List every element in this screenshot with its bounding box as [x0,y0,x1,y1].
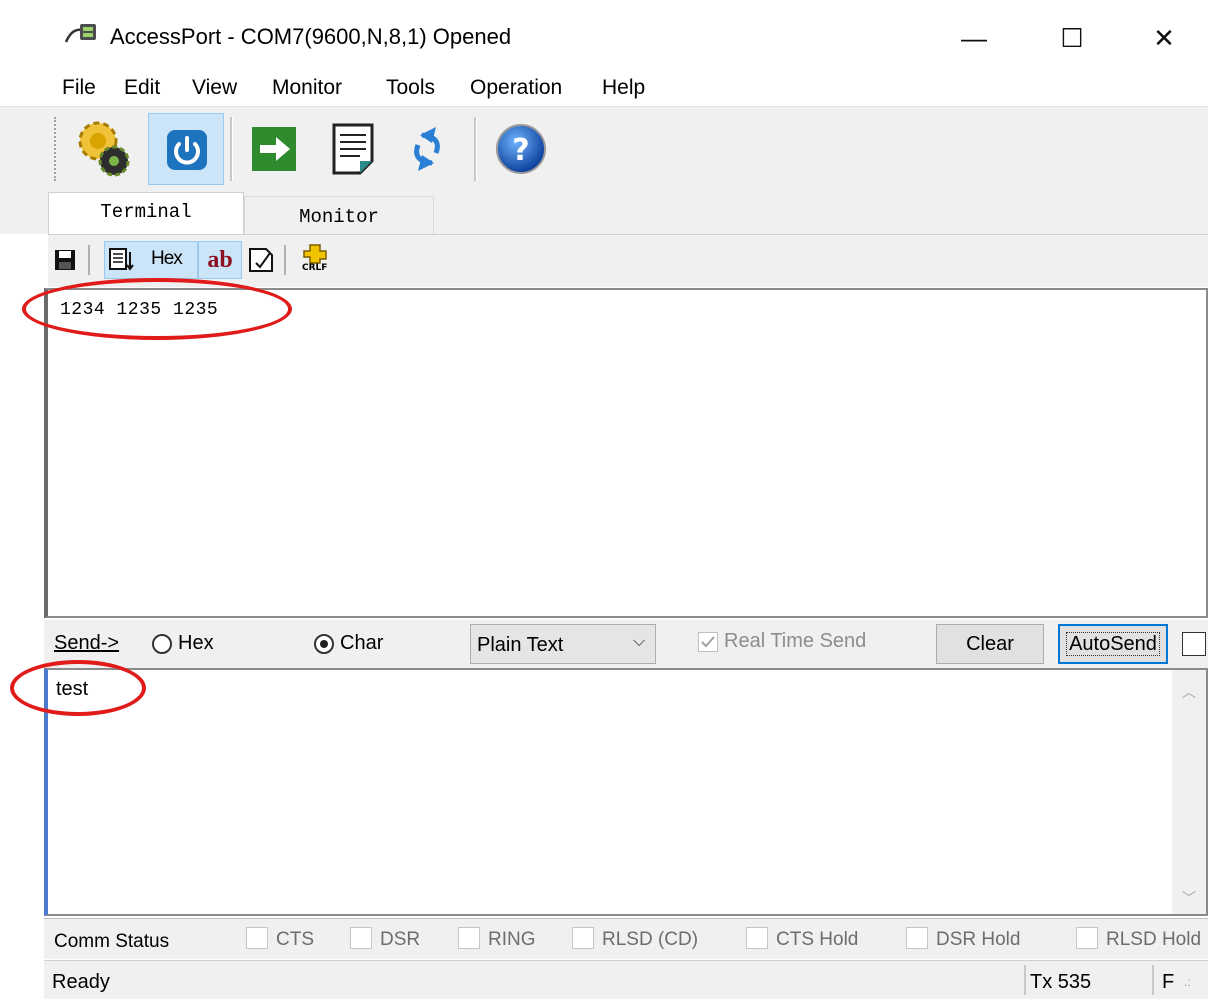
close-button[interactable]: ✕ [1134,14,1194,62]
dsr-checkbox [350,927,372,949]
rlsd-hold-label: RLSD Hold [1106,929,1202,950]
char-mode-radio[interactable] [314,634,334,654]
save-icon[interactable] [54,249,76,271]
send-options-row: Send-> Hex Char Plain Text ⌵ Real Time S… [44,620,1208,668]
dsr-label: DSR [380,929,421,950]
realtime-send-checkbox[interactable] [698,632,718,652]
toolbar-separator [474,117,477,181]
vertical-scrollbar[interactable]: ︿ ﹀ [1172,670,1206,914]
annotation-ellipse-output [22,278,292,340]
receive-output-area[interactable]: 1234 1235 1235 [44,288,1208,618]
autosend-button[interactable]: AutoSend [1058,624,1168,664]
scroll-down-icon[interactable]: ﹀ [1182,888,1196,908]
status-tx-count: Tx 535 [1030,971,1092,993]
edit-note-icon[interactable] [248,247,274,273]
cts-label: CTS [276,929,314,950]
format-select-value: Plain Text [477,634,564,656]
document-icon[interactable] [318,113,388,185]
status-ready: Ready [52,971,110,993]
status-divider [1024,965,1026,995]
window-title: AccessPort - COM7(9600,N,8,1) Opened [110,24,512,49]
send-input-area[interactable]: test ︿ ﹀ [44,668,1208,916]
hex-view-toggle[interactable]: Hex [104,241,198,279]
title-bar: AccessPort - COM7(9600,N,8,1) Opened — ☐… [0,0,1208,70]
menu-operation[interactable]: Operation [470,76,562,100]
comm-status-label: Comm Status [54,931,170,952]
ab-label: ab [207,247,233,273]
maximize-button[interactable]: ☐ [1042,14,1102,62]
rlsd-cd-label: RLSD (CD) [602,929,699,950]
annotation-ellipse-input [10,660,146,716]
clear-button[interactable]: Clear [936,624,1044,664]
serial-port-icon [64,22,98,48]
status-bar: Ready Tx 535 F .: [44,960,1208,999]
tab-strip: Terminal Monitor [0,190,1208,234]
send-label: Send-> [54,632,120,654]
dsr-hold-checkbox [906,927,928,949]
realtime-send-label: Real Time Send [724,630,867,652]
main-toolbar: ? [0,106,1208,191]
checkmark-icon [701,636,715,648]
ring-checkbox [458,927,480,949]
menu-monitor[interactable]: Monitor [272,76,342,100]
rlsd-hold-checkbox [1076,927,1098,949]
menu-bar: File Edit View Monitor Tools Operation H… [0,70,1208,106]
menu-file[interactable]: File [62,76,96,100]
hex-list-icon [109,248,134,271]
menu-edit[interactable]: Edit [124,76,160,100]
toolbar-separator [230,117,233,181]
menu-help[interactable]: Help [602,76,645,100]
status-divider [1152,965,1154,995]
config-gears-icon[interactable] [70,113,140,185]
menu-view[interactable]: View [192,76,237,100]
menu-tools[interactable]: Tools [386,76,435,100]
cts-checkbox [246,927,268,949]
crlf-label: CRLF [302,263,328,273]
minimize-button[interactable]: — [944,14,1004,62]
power-icon[interactable] [148,113,224,185]
hex-label: Hex [151,248,183,269]
format-select[interactable]: Plain Text ⌵ [470,624,656,664]
rlsd-cd-checkbox [572,927,594,949]
ring-label: RING [488,929,536,950]
autosend-checkbox[interactable] [1182,632,1206,656]
status-right: F [1162,971,1175,993]
toolbar-separator [284,245,286,275]
text-view-toggle[interactable]: ab [198,241,242,279]
comm-status-row: Comm Status CTS DSR RING RLSD (CD) CTS H… [44,918,1208,959]
scroll-up-icon[interactable]: ︿ [1182,682,1196,702]
toolbar-separator [88,245,90,275]
char-mode-label[interactable]: Char [340,632,383,655]
cts-hold-checkbox [746,927,768,949]
help-icon[interactable]: ? [486,113,556,185]
send-arrow-icon[interactable] [240,113,310,185]
autosend-label: AutoSend [1066,632,1160,656]
hex-mode-radio[interactable] [152,634,172,654]
crlf-icon[interactable]: CRLF [300,243,334,277]
dsr-hold-label: DSR Hold [936,929,1021,950]
tab-terminal-label: Terminal [100,201,192,223]
cts-hold-label: CTS Hold [776,929,859,950]
tab-monitor-label: Monitor [299,206,379,228]
tab-monitor[interactable]: Monitor [244,196,434,234]
hex-mode-label[interactable]: Hex [178,632,214,655]
tab-terminal[interactable]: Terminal [48,192,244,234]
toolbar-grip [54,117,60,181]
chevron-down-icon: ⌵ [633,633,646,650]
refresh-arrows-icon[interactable] [392,113,462,185]
svg-text:?: ? [512,133,529,168]
resize-grip-icon[interactable]: .: [1184,975,1191,989]
terminal-toolbar: Hex ab CRLF [48,234,1208,287]
